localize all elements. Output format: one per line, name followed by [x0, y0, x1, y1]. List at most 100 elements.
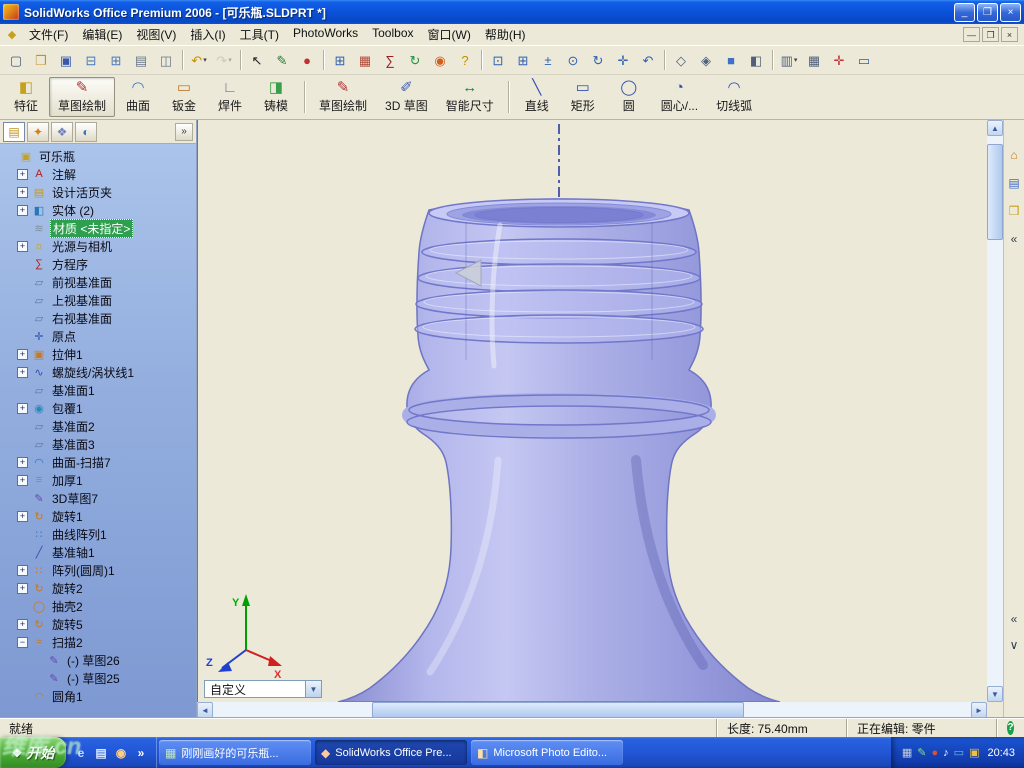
featuremanager-tab[interactable]: ▤: [3, 121, 25, 142]
expander-minus-icon[interactable]: −: [17, 636, 28, 648]
tree-item-material[interactable]: ≋ 材质 <未指定>: [0, 218, 196, 238]
tree-item-thicken1[interactable]: + ≡ 加厚1: [0, 471, 196, 489]
task-picture-viewer[interactable]: ▦ 刚刚画好的可乐瓶...: [159, 740, 311, 765]
tree-item-helix1[interactable]: + ∿ 螺旋线/涡状线1: [0, 363, 196, 381]
save-document-button[interactable]: ▣: [54, 48, 78, 72]
tree-item-annotations[interactable]: + A 注解: [0, 165, 196, 183]
tray-antivirus-icon[interactable]: ●: [932, 747, 939, 759]
expander-plus-icon[interactable]: +: [17, 456, 28, 468]
sketch-3d-button[interactable]: ✐ 3D 草图: [376, 77, 437, 117]
tree-item-plane2[interactable]: ▱ 基准面2: [0, 417, 196, 435]
new-document-button[interactable]: ▢: [4, 48, 28, 72]
menu-item-help[interactable]: 帮助(H): [478, 24, 533, 45]
scroll-left-icon[interactable]: ◄: [197, 702, 213, 718]
tab-weldments[interactable]: ∟ 焊件: [207, 77, 253, 117]
tray-safety-icon[interactable]: ▣: [969, 746, 979, 759]
tree-item-design-binder[interactable]: + ▤ 设计活页夹: [0, 183, 196, 201]
horizontal-scroll-thumb[interactable]: [372, 702, 744, 718]
quick-show-desktop-icon[interactable]: ▤: [92, 744, 110, 762]
tree-item-axis1[interactable]: ╱ 基准轴1: [0, 543, 196, 561]
quick-launch-overflow-icon[interactable]: »: [132, 744, 150, 762]
quick-internet-explorer-icon[interactable]: e: [72, 744, 90, 762]
tray-volume-icon[interactable]: ♪: [943, 747, 949, 759]
tree-item-lights-cameras[interactable]: + ☼ 光源与相机: [0, 237, 196, 255]
make-assembly-from-part-button[interactable]: ⊞: [104, 48, 128, 72]
fullscreen-view-button[interactable]: ▭: [852, 48, 876, 72]
tab-surfaces[interactable]: ◠ 曲面: [115, 77, 161, 117]
rebuild-button[interactable]: ↻: [403, 48, 427, 72]
scroll-down-icon[interactable]: ▼: [987, 686, 1003, 702]
open-document-button[interactable]: ❒: [29, 48, 53, 72]
tree-item-extrude1[interactable]: + ▣ 拉伸1: [0, 345, 196, 363]
task-solidworks[interactable]: ◆ SolidWorks Office Pre...: [315, 740, 467, 765]
zoom-to-area-button[interactable]: ⊞: [511, 48, 535, 72]
undo-button[interactable]: ↶ ▾: [187, 48, 211, 72]
menu-item-tools[interactable]: 工具(T): [233, 24, 286, 45]
tree-item-wrap1[interactable]: + ◉ 包覆1: [0, 399, 196, 417]
scroll-right-icon[interactable]: ►: [971, 702, 987, 718]
scroll-up-icon[interactable]: ▲: [987, 120, 1003, 136]
start-button[interactable]: ❖ 开始: [0, 737, 66, 768]
tangent-arc-button[interactable]: ◠ 切线弧: [707, 77, 761, 117]
tree-item-surface-sweep7[interactable]: + ◠ 曲面-扫描7: [0, 453, 196, 471]
tree-item-revolve5[interactable]: + ↻ 旋转5: [0, 615, 196, 633]
menu-item-insert[interactable]: 插入(I): [183, 24, 232, 45]
pan-view-button[interactable]: ✛: [611, 48, 635, 72]
tree-item-equations[interactable]: ∑ 方程序: [0, 255, 196, 273]
menu-item-window[interactable]: 窗口(W): [421, 24, 478, 45]
circle-button[interactable]: ◯ 圆: [606, 77, 652, 117]
render-tool-button[interactable]: ◉: [428, 48, 452, 72]
file-explorer-icon[interactable]: ❒: [1005, 202, 1023, 220]
doc-restore-button[interactable]: ❐: [982, 27, 999, 42]
horizontal-scrollbar[interactable]: ◄ ►: [197, 702, 987, 718]
graphics-viewport[interactable]: Y X Z 自定义 ▼: [197, 120, 987, 702]
tree-item-sketch25[interactable]: ✎ (-) 草图25: [0, 669, 196, 687]
design-library-icon[interactable]: ▤: [1005, 174, 1023, 192]
tree-item-circular-pattern1[interactable]: + ∷ 阵列(圆周)1: [0, 561, 196, 579]
expander-plus-icon[interactable]: +: [17, 582, 28, 594]
vertical-scroll-thumb[interactable]: [987, 144, 1003, 240]
restore-button[interactable]: ❐: [977, 2, 998, 22]
tree-item-curve-pattern1[interactable]: ∷ 曲线阵列1: [0, 525, 196, 543]
tree-item-origin[interactable]: ✛ 原点: [0, 327, 196, 345]
chevron-down-icon[interactable]: ▼: [305, 681, 321, 697]
tree-item-fillet1[interactable]: ◠ 圆角1: [0, 687, 196, 705]
task-photo-editor[interactable]: ◧ Microsoft Photo Edito...: [471, 740, 623, 765]
tree-item-sketch26[interactable]: ✎ (-) 草图26: [0, 651, 196, 669]
expand-pane-icon[interactable]: «: [1005, 610, 1023, 628]
redo-button[interactable]: ↷ ▾: [212, 48, 236, 72]
tray-printer-icon[interactable]: ▦: [902, 746, 912, 759]
expander-plus-icon[interactable]: +: [17, 510, 28, 522]
expander-plus-icon[interactable]: +: [17, 474, 28, 486]
tree-item-plane3[interactable]: ▱ 基准面3: [0, 435, 196, 453]
print-document-button[interactable]: ▤: [129, 48, 153, 72]
vertical-scrollbar[interactable]: ▲ ▼: [987, 120, 1003, 702]
quick-media-player-icon[interactable]: ◉: [112, 744, 130, 762]
tray-pen-icon[interactable]: ✎: [917, 746, 926, 759]
smart-dimension-button[interactable]: ↔ 智能尺寸: [437, 77, 503, 117]
zoom-in-out-button[interactable]: ±: [536, 48, 560, 72]
panel-collapse-button[interactable]: »: [175, 122, 193, 141]
pane-more-icon[interactable]: ∨: [1005, 636, 1023, 654]
view-combo[interactable]: 自定义 ▼: [204, 680, 322, 698]
line-button[interactable]: ╲ 直线: [514, 77, 560, 117]
photoworks-scene-button[interactable]: ▦: [353, 48, 377, 72]
standard-views-button[interactable]: ▥ ▾: [777, 48, 801, 72]
sketch-pencil-tool-button[interactable]: ✎: [270, 48, 294, 72]
sketch-button[interactable]: ✎ 草图绘制: [310, 77, 376, 117]
zoom-to-fit-button[interactable]: ⊡: [486, 48, 510, 72]
tab-sheet-metal[interactable]: ▭ 钣金: [161, 77, 207, 117]
make-drawing-from-part-button[interactable]: ⊟: [79, 48, 103, 72]
tree-item-front-plane[interactable]: ▱ 前视基准面: [0, 273, 196, 291]
tree-item-top-plane[interactable]: ▱ 上视基准面: [0, 291, 196, 309]
rotate-view-button[interactable]: ↻: [586, 48, 610, 72]
collapse-pane-icon[interactable]: «: [1005, 230, 1023, 248]
centerpoint-arc-button[interactable]: ◔ 圆心/...: [652, 77, 707, 117]
previous-view-button[interactable]: ↶: [636, 48, 660, 72]
equations-tool-button[interactable]: ∑: [378, 48, 402, 72]
zoom-to-selection-button[interactable]: ⊙: [561, 48, 585, 72]
tab-mold[interactable]: ◨ 铸模: [253, 77, 299, 117]
vertical-scroll-track[interactable]: [987, 136, 1003, 686]
help-icon[interactable]: ?: [1007, 721, 1014, 735]
help-tool-button[interactable]: ?: [453, 48, 477, 72]
